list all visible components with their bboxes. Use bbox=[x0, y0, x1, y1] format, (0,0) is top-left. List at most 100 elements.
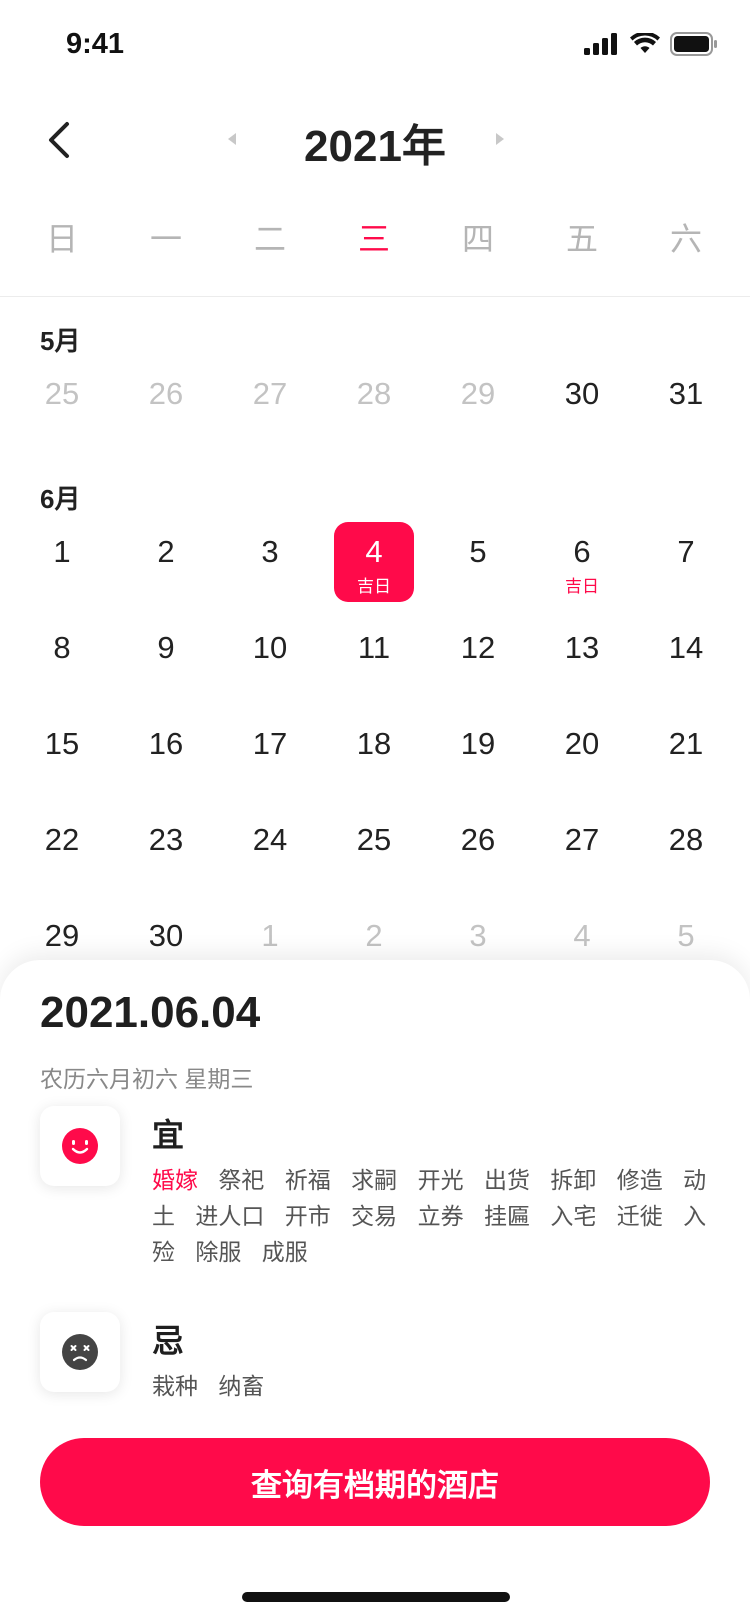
day-number: 30 bbox=[148, 918, 184, 953]
day-number: 3 bbox=[469, 918, 487, 953]
weekday-tue: 二 bbox=[253, 221, 286, 257]
weekday-header: 日 一 二 三 四 五 六 bbox=[10, 214, 738, 260]
day-number: 26 bbox=[460, 822, 496, 857]
week-row: 15 16 17 18 19 20 21 bbox=[10, 712, 738, 808]
day-cell[interactable]: 21 bbox=[634, 712, 738, 808]
day-cell-selected[interactable]: 4 吉日 bbox=[322, 520, 426, 616]
day-number: 29 bbox=[460, 376, 496, 411]
day-number: 12 bbox=[460, 630, 496, 665]
home-indicator bbox=[242, 1592, 510, 1602]
activity-tag: 成服 bbox=[261, 1239, 308, 1265]
day-number: 1 bbox=[261, 918, 279, 953]
selected-date: 2021.06.04 bbox=[40, 988, 261, 1037]
day-number: 3 bbox=[261, 534, 279, 569]
yi-icon-card bbox=[40, 1106, 120, 1186]
activity-tag: 栽种 bbox=[152, 1373, 198, 1399]
day-number: 28 bbox=[668, 822, 704, 857]
activity-tag: 修造 bbox=[616, 1167, 663, 1193]
weekday-fri: 五 bbox=[565, 221, 598, 257]
activity-tag: 出货 bbox=[483, 1167, 530, 1193]
day-number: 25 bbox=[356, 822, 392, 857]
day-cell[interactable]: 26 bbox=[114, 362, 218, 458]
day-number: 26 bbox=[148, 376, 184, 411]
day-cell[interactable]: 10 bbox=[218, 616, 322, 712]
day-number: 24 bbox=[252, 822, 288, 857]
day-cell[interactable]: 12 bbox=[426, 616, 530, 712]
yi-title: 宜 bbox=[152, 1117, 185, 1153]
search-hotels-button[interactable]: 查询有档期的酒店 bbox=[40, 1438, 710, 1526]
day-cell[interactable]: 2 bbox=[114, 520, 218, 616]
lunar-date: 农历六月初六 星期三 bbox=[40, 1066, 254, 1092]
day-cell[interactable]: 28 bbox=[634, 808, 738, 904]
activity-tag: 迁徙 bbox=[616, 1203, 663, 1229]
day-number: 8 bbox=[53, 630, 71, 665]
activity-tag: 交易 bbox=[351, 1203, 398, 1229]
weekday-sat: 六 bbox=[669, 221, 702, 257]
activity-tag: 进人口 bbox=[195, 1203, 265, 1229]
day-number: 28 bbox=[356, 376, 392, 411]
day-cell[interactable]: 3 bbox=[218, 520, 322, 616]
day-cell[interactable]: 15 bbox=[10, 712, 114, 808]
activity-tag: 开市 bbox=[284, 1203, 331, 1229]
weekday-sun: 日 bbox=[45, 221, 78, 257]
day-cell[interactable]: 27 bbox=[530, 808, 634, 904]
activity-tag: 拆卸 bbox=[550, 1167, 597, 1193]
day-number: 11 bbox=[357, 630, 391, 665]
day-cell[interactable]: 8 bbox=[10, 616, 114, 712]
date-detail-sheet: 2021.06.04 农历六月初六 星期三 宜 婚嫁 祭祀 祈福 求嗣 开光 出… bbox=[0, 960, 750, 1624]
status-bar: 9:41 bbox=[0, 0, 750, 96]
day-cell[interactable]: 19 bbox=[426, 712, 530, 808]
day-cell[interactable]: 5 bbox=[426, 520, 530, 616]
day-number: 13 bbox=[564, 630, 600, 665]
day-cell[interactable]: 25 bbox=[322, 808, 426, 904]
ji-section: 忌 栽种 纳畜 bbox=[40, 1312, 710, 1408]
day-number: 4 bbox=[365, 534, 383, 569]
activity-tag: 立券 bbox=[417, 1203, 464, 1229]
day-number: 27 bbox=[252, 376, 288, 411]
day-number: 25 bbox=[44, 376, 80, 411]
day-cell[interactable]: 11 bbox=[322, 616, 426, 712]
day-cell[interactable]: 16 bbox=[114, 712, 218, 808]
day-cell[interactable]: 31 bbox=[634, 362, 738, 458]
next-year-button[interactable] bbox=[490, 126, 510, 152]
day-cell[interactable]: 17 bbox=[218, 712, 322, 808]
day-cell[interactable]: 27 bbox=[218, 362, 322, 458]
day-number: 10 bbox=[252, 630, 288, 665]
month-label: 6月 bbox=[40, 484, 81, 514]
day-number: 23 bbox=[148, 822, 184, 857]
activity-tag: 挂匾 bbox=[483, 1203, 530, 1229]
day-number: 4 bbox=[573, 918, 591, 953]
day-auspicious-label: 吉日 bbox=[357, 577, 391, 596]
day-number: 20 bbox=[564, 726, 600, 761]
activity-tag: 求嗣 bbox=[351, 1167, 398, 1193]
activity-tag: 祈福 bbox=[284, 1167, 331, 1193]
day-cell[interactable]: 9 bbox=[114, 616, 218, 712]
day-number: 1 bbox=[53, 534, 71, 569]
day-number: 14 bbox=[668, 630, 704, 665]
day-number: 2 bbox=[365, 918, 383, 953]
day-cell[interactable]: 29 bbox=[426, 362, 530, 458]
day-cell[interactable]: 28 bbox=[322, 362, 426, 458]
caret-right-icon bbox=[496, 133, 504, 145]
day-cell[interactable]: 14 bbox=[634, 616, 738, 712]
week-row: 25 26 27 28 29 30 31 bbox=[10, 362, 738, 458]
day-cell[interactable]: 18 bbox=[322, 712, 426, 808]
ji-tag-list: 栽种 纳畜 bbox=[152, 1368, 712, 1404]
day-cell[interactable]: 20 bbox=[530, 712, 634, 808]
signal-icon bbox=[584, 33, 617, 55]
day-cell[interactable]: 30 bbox=[530, 362, 634, 458]
day-cell[interactable]: 13 bbox=[530, 616, 634, 712]
day-cell[interactable]: 26 bbox=[426, 808, 530, 904]
day-cell[interactable]: 7 bbox=[634, 520, 738, 616]
week-row: 1 2 3 4 吉日 5 6 吉日 7 bbox=[10, 520, 738, 616]
activity-tag: 除服 bbox=[195, 1239, 242, 1265]
day-cell[interactable]: 24 bbox=[218, 808, 322, 904]
day-cell[interactable]: 25 bbox=[10, 362, 114, 458]
day-cell[interactable]: 1 bbox=[10, 520, 114, 616]
day-cell[interactable]: 22 bbox=[10, 808, 114, 904]
week-row: 22 23 24 25 26 27 28 bbox=[10, 808, 738, 904]
month-label: 5月 bbox=[40, 326, 81, 356]
day-cell[interactable]: 6 吉日 bbox=[530, 520, 634, 616]
day-number: 15 bbox=[44, 726, 80, 761]
day-cell[interactable]: 23 bbox=[114, 808, 218, 904]
